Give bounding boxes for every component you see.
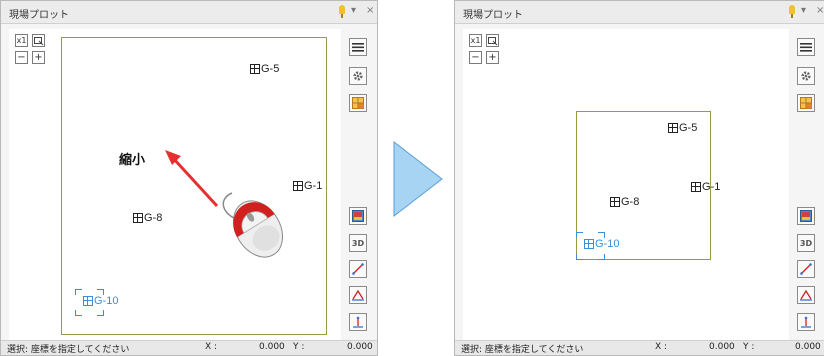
panel-title: 現場プロット xyxy=(463,10,523,21)
close-icon[interactable]: × xyxy=(366,5,374,16)
grid-point-icon xyxy=(691,182,701,192)
zoom-in-button[interactable]: + xyxy=(486,51,499,64)
list-menu-icon xyxy=(800,43,812,52)
select-area-icon xyxy=(488,37,498,46)
plot-canvas[interactable]: x1 − + G-5 G-1 G-8 G-10 xyxy=(463,29,789,342)
point-g8[interactable]: G-8 xyxy=(133,212,162,224)
list-menu-button[interactable] xyxy=(797,38,815,56)
y-coordinate-value: 0.000 xyxy=(795,342,821,352)
grid-point-icon xyxy=(133,213,143,223)
x-coordinate-value: 0.000 xyxy=(709,342,735,352)
list-menu-button[interactable] xyxy=(349,38,367,56)
line-measure-button[interactable] xyxy=(797,260,815,278)
x-coordinate-label: X : xyxy=(205,342,218,352)
angle-measure-icon xyxy=(352,289,364,301)
panel-titlebar: 現場プロット ▾ × xyxy=(455,1,824,24)
dropdown-menu-icon[interactable]: ▾ xyxy=(801,5,806,16)
pin-icon[interactable] xyxy=(339,5,345,18)
panel-title: 現場プロット xyxy=(9,10,69,21)
photo-button[interactable] xyxy=(797,207,815,225)
line-measure-icon xyxy=(800,263,812,275)
y-coordinate-label: Y : xyxy=(743,342,755,352)
fit-scale-button[interactable]: x1 xyxy=(469,34,482,47)
point-g8[interactable]: G-8 xyxy=(610,196,639,208)
selection-corner xyxy=(97,310,104,316)
selection-corner xyxy=(75,289,82,295)
fit-scale-button[interactable]: x1 xyxy=(15,34,28,47)
line-measure-icon xyxy=(352,263,364,275)
selection-corner xyxy=(97,289,104,295)
point-g5[interactable]: G-5 xyxy=(250,63,279,75)
site-plot-panel-before: 現場プロット ▾ × x1 − + G-5 G-1 G-8 G-10 縮小 3D… xyxy=(0,0,378,356)
x-coordinate-label: X : xyxy=(655,342,668,352)
y-coordinate-value: 0.000 xyxy=(347,342,373,352)
mouse-icon xyxy=(222,192,284,258)
photo-icon xyxy=(352,210,364,222)
zoom-out-button[interactable]: − xyxy=(15,51,28,64)
select-area-icon xyxy=(34,37,44,46)
settings-button[interactable] xyxy=(797,67,815,85)
line-measure-button[interactable] xyxy=(349,260,367,278)
point-g10-selected[interactable]: G-10 xyxy=(83,295,118,307)
grid-view-button[interactable] xyxy=(797,94,815,112)
point-g5[interactable]: G-5 xyxy=(668,122,697,134)
grid-view-icon xyxy=(352,97,364,109)
selection-corner xyxy=(75,310,82,316)
photo-button[interactable] xyxy=(349,207,367,225)
point-g1[interactable]: G-1 xyxy=(293,180,322,192)
selection-corner xyxy=(598,254,605,260)
selection-corner xyxy=(576,232,583,238)
select-area-button[interactable] xyxy=(486,34,499,47)
height-measure-icon xyxy=(801,316,811,328)
status-prompt: 選択: 座標を指定してください xyxy=(7,345,130,355)
close-icon[interactable]: × xyxy=(816,5,824,16)
height-measure-button[interactable] xyxy=(797,313,815,331)
dropdown-menu-icon[interactable]: ▾ xyxy=(351,5,356,16)
list-menu-icon xyxy=(352,43,364,52)
photo-icon xyxy=(800,210,812,222)
angle-measure-button[interactable] xyxy=(797,286,815,304)
selection-corner xyxy=(576,254,583,260)
transition-arrow-icon xyxy=(393,140,443,218)
status-bar: 選択: 座標を指定してください X : 0.000 Y : 0.000 xyxy=(1,340,377,355)
status-bar: 選択: 座標を指定してください X : 0.000 Y : 0.000 xyxy=(455,340,824,355)
point-g10-selected[interactable]: G-10 xyxy=(584,238,619,250)
select-area-button[interactable] xyxy=(32,34,45,47)
grid-point-icon xyxy=(584,239,594,249)
plot-canvas[interactable]: x1 − + G-5 G-1 G-8 G-10 縮小 xyxy=(9,29,341,342)
grid-point-icon xyxy=(83,296,93,306)
selection-corner xyxy=(598,232,605,238)
settings-button[interactable] xyxy=(349,67,367,85)
pin-icon[interactable] xyxy=(789,5,795,18)
grid-view-button[interactable] xyxy=(349,94,367,112)
y-coordinate-label: Y : xyxy=(293,342,305,352)
x-coordinate-value: 0.000 xyxy=(259,342,285,352)
angle-measure-icon xyxy=(800,289,812,301)
point-g1[interactable]: G-1 xyxy=(691,181,720,193)
panel-titlebar: 現場プロット ▾ × xyxy=(1,1,377,24)
height-measure-icon xyxy=(353,316,363,328)
zoom-in-button[interactable]: + xyxy=(32,51,45,64)
height-measure-button[interactable] xyxy=(349,313,367,331)
angle-measure-button[interactable] xyxy=(349,286,367,304)
zoom-out-button[interactable]: − xyxy=(469,51,482,64)
grid-view-icon xyxy=(800,97,812,109)
shrink-label: 縮小 xyxy=(119,152,146,167)
3d-view-button[interactable]: 3D xyxy=(797,234,815,252)
grid-point-icon xyxy=(610,197,620,207)
grid-point-icon xyxy=(250,64,260,74)
status-prompt: 選択: 座標を指定してください xyxy=(461,345,584,355)
gear-icon xyxy=(353,71,363,81)
gear-icon xyxy=(801,71,811,81)
site-plot-panel-after: 現場プロット ▾ × x1 − + G-5 G-1 G-8 G-10 3D 選択… xyxy=(454,0,824,356)
3d-view-button[interactable]: 3D xyxy=(349,234,367,252)
grid-point-icon xyxy=(668,123,678,133)
